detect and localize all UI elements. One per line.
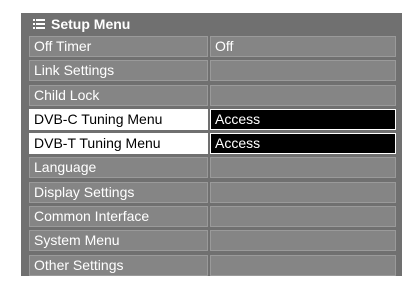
menu-item-value xyxy=(210,206,396,228)
menu-item-dvb-t-tuning-menu[interactable]: DVB-T Tuning Menu Access xyxy=(29,133,396,155)
menu-item-value xyxy=(210,181,396,203)
menu-item-value xyxy=(210,157,396,179)
menu-item-value xyxy=(210,84,396,106)
menu-header: Setup Menu xyxy=(21,13,402,35)
menu-item-off-timer[interactable]: Off Timer Off xyxy=(29,36,396,57)
menu-item-label: DVB-C Tuning Menu xyxy=(29,108,208,130)
menu-item-link-settings[interactable]: Link Settings xyxy=(29,60,396,82)
menu-item-label: Display Settings xyxy=(29,181,208,203)
menu-item-label: Common Interface xyxy=(29,206,208,228)
setup-menu-panel: Setup Menu Off Timer Off Link Settings C… xyxy=(21,13,402,276)
menu-item-value xyxy=(210,230,396,252)
menu-item-label: Link Settings xyxy=(29,60,208,82)
menu-item-value: Access xyxy=(210,108,396,130)
menu-item-child-lock[interactable]: Child Lock xyxy=(29,84,396,106)
menu-item-label: Child Lock xyxy=(29,84,208,106)
menu-rows: Off Timer Off Link Settings Child Lock D… xyxy=(29,36,396,279)
menu-item-label: Off Timer xyxy=(29,36,208,57)
menu-item-value xyxy=(210,60,396,82)
menu-title: Setup Menu xyxy=(51,16,131,32)
menu-item-label: Other Settings xyxy=(29,254,208,276)
menu-item-display-settings[interactable]: Display Settings xyxy=(29,181,396,203)
menu-item-label: Language xyxy=(29,157,208,179)
menu-item-label: System Menu xyxy=(29,230,208,252)
menu-item-label: DVB-T Tuning Menu xyxy=(29,133,208,155)
menu-item-common-interface[interactable]: Common Interface xyxy=(29,206,396,228)
menu-item-language[interactable]: Language xyxy=(29,157,396,179)
menu-item-value xyxy=(210,254,396,276)
menu-item-value: Access xyxy=(210,133,396,155)
menu-item-system-menu[interactable]: System Menu xyxy=(29,230,396,252)
menu-item-value: Off xyxy=(210,36,396,57)
menu-list-icon xyxy=(33,18,45,30)
menu-item-dvb-c-tuning-menu[interactable]: DVB-C Tuning Menu Access xyxy=(29,108,396,130)
menu-item-other-settings[interactable]: Other Settings xyxy=(29,254,396,276)
